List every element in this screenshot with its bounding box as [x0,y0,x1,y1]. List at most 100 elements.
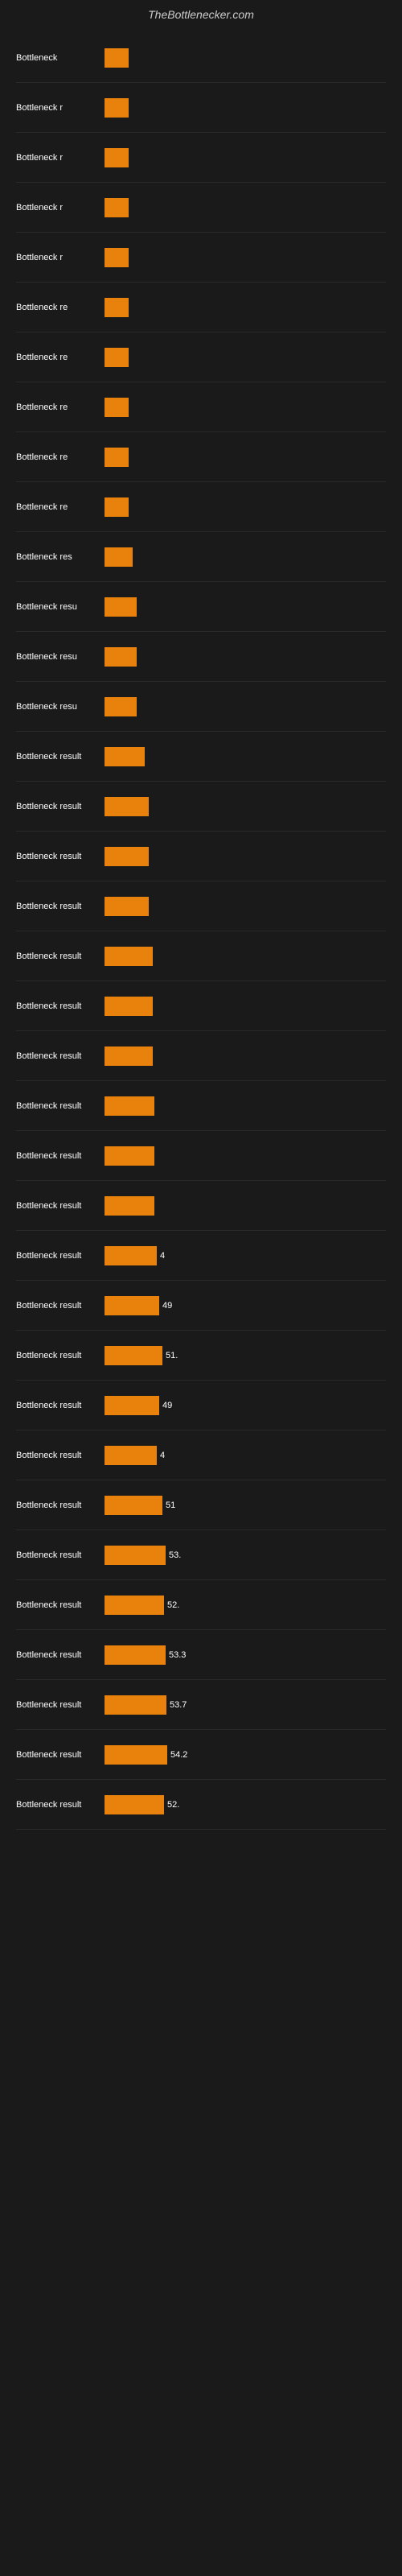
bar-label: Bottleneck result [16,1351,105,1360]
bar-value: 53. [169,1550,181,1560]
bar-label: Bottleneck result [16,1800,105,1810]
chart-area: Bottleneck Bottleneck r Bottleneck r Bottle… [0,25,402,1838]
bar-label: Bottleneck result [16,1650,105,1660]
bar-label: Bottleneck re [16,353,105,362]
bar-row: Bottleneck result49 [16,1281,386,1331]
bar-value: 53.7 [170,1700,187,1710]
bar-row: Bottleneck result [16,931,386,981]
bar-container [105,895,386,918]
bar-label: Bottleneck r [16,153,105,163]
bar-label: Bottleneck r [16,103,105,113]
bar-row: Bottleneck result49 [16,1381,386,1430]
bar-row: Bottleneck result [16,732,386,782]
bar-row: Bottleneck result [16,832,386,881]
bar-label: Bottleneck result [16,802,105,811]
bar-label: Bottleneck result [16,1550,105,1560]
bar-container [105,646,386,668]
bar-label: Bottleneck re [16,402,105,412]
bar-row: Bottleneck result [16,881,386,931]
bar-fill [105,1346,162,1365]
bar-container: 51 [105,1494,386,1517]
bar-label: Bottleneck result [16,1700,105,1710]
bar-row: Bottleneck result52. [16,1780,386,1830]
bar-container [105,845,386,868]
bar-fill [105,48,129,68]
bar-container [105,296,386,319]
bar-value: 53.3 [169,1650,186,1660]
bar-container [105,396,386,419]
bar-container: 53.7 [105,1694,386,1716]
bar-container [105,1095,386,1117]
bar-row: Bottleneck [16,33,386,83]
bar-container: 52. [105,1794,386,1816]
bar-container: 53.3 [105,1644,386,1666]
bar-container [105,147,386,169]
bar-row: Bottleneck result [16,1081,386,1131]
bar-fill [105,298,129,317]
bar-value: 49 [162,1401,172,1410]
bar-row: Bottleneck re [16,332,386,382]
bar-row: Bottleneck result4 [16,1430,386,1480]
bar-row: Bottleneck re [16,382,386,432]
bar-label: Bottleneck res [16,552,105,562]
bar-container [105,596,386,618]
bar-row: Bottleneck r [16,133,386,183]
bar-container: 49 [105,1394,386,1417]
bar-container [105,496,386,518]
bar-fill [105,398,129,417]
bar-fill [105,547,133,567]
bar-container: 49 [105,1294,386,1317]
bar-row: Bottleneck r [16,83,386,133]
bar-value: 4 [160,1251,165,1261]
bar-value: 49 [162,1301,172,1311]
bar-fill [105,797,149,816]
bar-fill [105,1645,166,1665]
bar-label: Bottleneck result [16,902,105,911]
bar-label: Bottleneck result [16,752,105,762]
site-title: TheBottlenecker.com [0,0,402,25]
bar-container [105,745,386,768]
bar-row: Bottleneck resu [16,632,386,682]
bar-row: Bottleneck resu [16,682,386,732]
bar-container: 54.2 [105,1744,386,1766]
bar-row: Bottleneck result 53.7 [16,1680,386,1730]
bar-fill [105,248,129,267]
bar-fill [105,1196,154,1216]
bar-value: 54.2 [170,1750,187,1760]
bar-container: 4 [105,1245,386,1267]
bar-container: 4 [105,1444,386,1467]
bar-fill [105,1745,167,1765]
bar-row: Bottleneck re [16,482,386,532]
bar-fill [105,448,129,467]
bar-fill [105,847,149,866]
bar-fill [105,1246,157,1265]
bar-container: 52. [105,1594,386,1616]
bar-label: Bottleneck result [16,852,105,861]
bar-fill [105,997,153,1016]
bar-row: Bottleneck result [16,782,386,832]
bar-label: Bottleneck resu [16,702,105,712]
bar-fill [105,1695,166,1715]
bar-container [105,995,386,1018]
bar-container [105,1145,386,1167]
bar-label: Bottleneck resu [16,652,105,662]
bar-row: Bottleneck result 53.3 [16,1630,386,1680]
bar-label: Bottleneck result [16,1101,105,1111]
bar-fill [105,1446,157,1465]
bar-label: Bottleneck result [16,1750,105,1760]
bar-label: Bottleneck resu [16,602,105,612]
bar-row: Bottleneck result4 [16,1231,386,1281]
bar-row: Bottleneck resu [16,582,386,632]
bar-container [105,945,386,968]
bar-label: Bottleneck result [16,1151,105,1161]
bar-fill [105,1046,153,1066]
bar-row: Bottleneck result 53. [16,1530,386,1580]
bar-value: 4 [160,1451,165,1460]
bar-row: Bottleneck result [16,1131,386,1181]
bar-container [105,546,386,568]
bar-fill [105,897,149,916]
bar-label: Bottleneck re [16,303,105,312]
bar-label: Bottleneck result [16,1501,105,1510]
bar-fill [105,1146,154,1166]
bar-fill [105,1396,159,1415]
